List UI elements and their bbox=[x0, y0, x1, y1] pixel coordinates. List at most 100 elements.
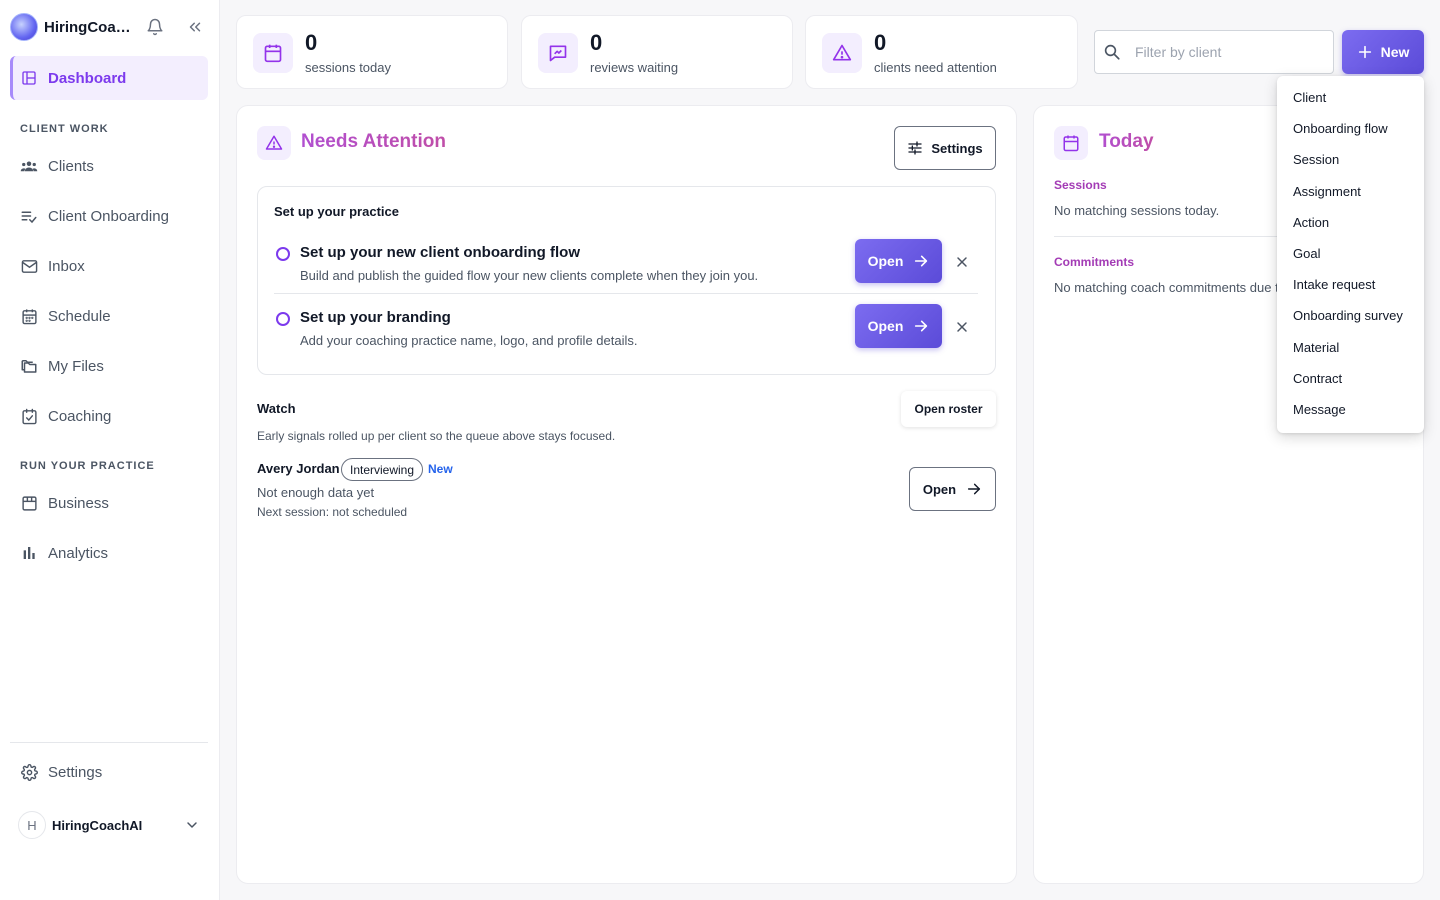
arrow-right-icon bbox=[913, 318, 929, 334]
sidebar-item-dashboard[interactable]: Dashboard bbox=[10, 56, 208, 100]
sidebar-item-label: Settings bbox=[48, 763, 103, 781]
stat-clients-need-attention[interactable]: 0 clients need attention bbox=[805, 15, 1078, 89]
arrow-right-icon bbox=[913, 253, 929, 269]
stat-value: 0 bbox=[590, 30, 603, 55]
warning-icon bbox=[257, 126, 291, 160]
sidebar-item-business[interactable]: Business bbox=[10, 481, 208, 525]
sidebar-item-client-onboarding[interactable]: Client Onboarding bbox=[10, 194, 208, 238]
open-client-button[interactable]: Open bbox=[909, 467, 996, 511]
sidebar-item-label: Schedule bbox=[48, 307, 111, 325]
checklist-icon bbox=[20, 207, 38, 225]
menu-item-onboarding-flow[interactable]: Onboarding flow bbox=[1293, 121, 1388, 136]
task-title: Set up your new client onboarding flow bbox=[300, 244, 581, 261]
calendar-icon bbox=[253, 33, 293, 73]
plus-icon bbox=[1357, 44, 1373, 60]
menu-item-material[interactable]: Material bbox=[1293, 340, 1339, 355]
sidebar-item-label: Dashboard bbox=[48, 69, 127, 87]
open-button-label: Open bbox=[867, 318, 904, 334]
bar-chart-icon bbox=[20, 544, 38, 562]
calendar-icon bbox=[1054, 126, 1088, 160]
user-menu[interactable]: H HiringCoachAI bbox=[18, 810, 208, 840]
open-branding-task-button[interactable]: Open bbox=[855, 304, 942, 348]
client-next-session: Next session: not scheduled bbox=[257, 505, 408, 519]
menu-item-action[interactable]: Action bbox=[1293, 215, 1329, 230]
dismiss-branding-task-icon[interactable] bbox=[954, 319, 970, 335]
sidebar-divider bbox=[10, 742, 208, 743]
sidebar-item-inbox[interactable]: Inbox bbox=[10, 244, 208, 288]
stat-reviews-waiting[interactable]: 0 reviews waiting bbox=[521, 15, 793, 89]
menu-item-goal[interactable]: Goal bbox=[1293, 246, 1320, 261]
sliders-icon bbox=[907, 140, 923, 156]
task-description: Add your coaching practice name, logo, a… bbox=[300, 333, 638, 348]
dismiss-onboarding-task-icon[interactable] bbox=[954, 254, 970, 270]
client-name[interactable]: Avery Jordan bbox=[257, 461, 340, 476]
menu-item-intake-request[interactable]: Intake request bbox=[1293, 277, 1375, 292]
settings-button-label: Settings bbox=[931, 140, 983, 156]
today-divider bbox=[1054, 236, 1294, 237]
user-name: HiringCoachAI bbox=[52, 817, 143, 833]
new-dropdown-menu: Client Onboarding flow Session Assignmen… bbox=[1277, 76, 1424, 433]
avatar: H bbox=[18, 811, 46, 839]
warning-icon bbox=[822, 33, 862, 73]
sidebar-item-my-files[interactable]: My Files bbox=[10, 344, 208, 388]
section-run-your-practice: RUN YOUR PRACTICE bbox=[20, 460, 155, 472]
check-square-icon bbox=[20, 407, 38, 425]
folders-icon bbox=[20, 357, 38, 375]
needs-attention-title: Needs Attention bbox=[301, 131, 446, 152]
dashboard-icon bbox=[20, 69, 38, 87]
sidebar-item-coaching[interactable]: Coaching bbox=[10, 394, 208, 438]
stat-label: reviews waiting bbox=[590, 60, 679, 75]
sidebar-item-schedule[interactable]: Schedule bbox=[10, 294, 208, 338]
menu-item-session[interactable]: Session bbox=[1293, 152, 1339, 167]
users-icon bbox=[20, 157, 38, 175]
menu-item-onboarding-survey[interactable]: Onboarding survey bbox=[1293, 308, 1403, 323]
sidebar-item-analytics[interactable]: Analytics bbox=[10, 531, 208, 575]
stat-value: 0 bbox=[874, 30, 887, 55]
stat-label: sessions today bbox=[305, 60, 391, 75]
task-title: Set up your branding bbox=[300, 309, 451, 326]
sidebar-item-settings[interactable]: Settings bbox=[10, 750, 208, 794]
open-onboarding-task-button[interactable]: Open bbox=[855, 239, 942, 283]
task-description: Build and publish the guided flow your n… bbox=[300, 268, 759, 283]
commitments-empty-text: No matching coach commitments due t bbox=[1054, 280, 1279, 295]
menu-item-client[interactable]: Client bbox=[1293, 90, 1326, 105]
menu-item-contract[interactable]: Contract bbox=[1293, 371, 1342, 386]
collapse-sidebar-icon[interactable] bbox=[186, 18, 204, 36]
open-button-label: Open bbox=[922, 481, 957, 497]
attention-settings-button[interactable]: Settings bbox=[894, 126, 996, 170]
new-button[interactable]: New bbox=[1342, 30, 1424, 74]
client-stage-badge: Interviewing bbox=[341, 458, 424, 481]
chevron-down-icon[interactable] bbox=[184, 817, 200, 833]
sidebar: HiringCoachAI Dashboard CLIENT WORK Clie… bbox=[0, 0, 220, 900]
calendar-icon bbox=[20, 307, 38, 325]
brand-logo[interactable] bbox=[10, 13, 38, 41]
arrow-right-icon bbox=[966, 481, 982, 497]
filter-input[interactable] bbox=[1135, 31, 1327, 73]
commitments-label: Commitments bbox=[1054, 255, 1135, 269]
setup-practice-title: Set up your practice bbox=[274, 204, 399, 219]
sidebar-item-label: Client Onboarding bbox=[48, 207, 169, 225]
brand-name[interactable]: HiringCoachAI bbox=[44, 19, 132, 36]
filter-by-client[interactable] bbox=[1094, 30, 1334, 74]
sidebar-item-label: Inbox bbox=[48, 257, 85, 275]
open-roster-button[interactable]: Open roster bbox=[901, 391, 996, 427]
sidebar-item-label: Clients bbox=[48, 157, 94, 175]
menu-item-assignment[interactable]: Assignment bbox=[1293, 184, 1361, 199]
sessions-empty-text: No matching sessions today. bbox=[1054, 203, 1220, 218]
stat-value: 0 bbox=[305, 30, 318, 55]
task-status-radio[interactable] bbox=[276, 312, 290, 326]
sessions-label: Sessions bbox=[1054, 178, 1107, 192]
section-client-work: CLIENT WORK bbox=[20, 123, 109, 135]
sidebar-item-label: Coaching bbox=[48, 407, 112, 425]
menu-item-message[interactable]: Message bbox=[1293, 402, 1346, 417]
watch-title: Watch bbox=[257, 401, 296, 416]
new-button-label: New bbox=[1380, 44, 1410, 60]
search-icon bbox=[1103, 43, 1121, 61]
sidebar-item-clients[interactable]: Clients bbox=[10, 144, 208, 188]
task-divider bbox=[274, 293, 978, 294]
bell-icon[interactable] bbox=[146, 18, 164, 36]
task-status-radio[interactable] bbox=[276, 247, 290, 261]
watch-subtitle: Early signals rolled up per client so th… bbox=[257, 429, 616, 443]
stat-sessions-today[interactable]: 0 sessions today bbox=[236, 15, 508, 89]
sidebar-item-label: My Files bbox=[48, 357, 104, 375]
